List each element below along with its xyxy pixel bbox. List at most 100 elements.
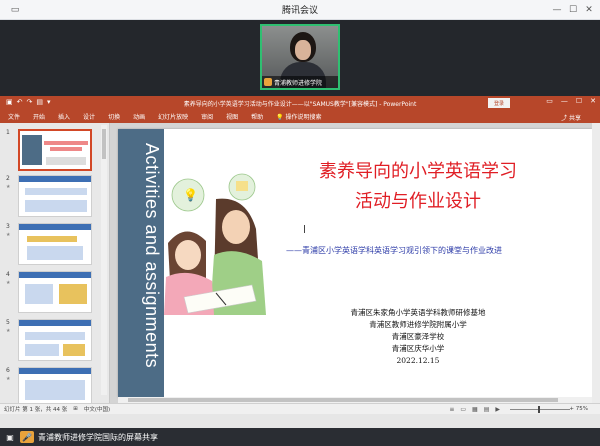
normal-view-icon[interactable]: ▭ xyxy=(460,406,466,413)
thumbnail-number: 2 xyxy=(6,175,10,182)
share-label: 共享 xyxy=(568,115,581,122)
video-strip: 青浦教师进修学院 xyxy=(0,20,600,96)
slide-title-line1: 素养导向的小学英语学习 xyxy=(319,161,517,182)
thumb-band xyxy=(22,135,42,165)
thumbnail-star: ★ xyxy=(6,280,11,286)
tell-me-search[interactable]: 💡 操作说明搜索 xyxy=(276,112,334,121)
thumb-block xyxy=(25,380,85,400)
thumbnail-scrollbar[interactable] xyxy=(101,125,107,395)
thumbnail-slide-4[interactable] xyxy=(18,271,92,313)
current-slide[interactable]: Activities and assignments 💡 素养导向的小学英语学习… xyxy=(118,129,592,397)
zoom-slider-thumb[interactable] xyxy=(538,406,540,413)
minimize-icon[interactable]: — xyxy=(550,3,564,17)
reading-view-icon[interactable]: ▤ xyxy=(484,406,490,413)
tab-review[interactable]: 审阅 xyxy=(201,112,213,121)
scroll-knob[interactable] xyxy=(128,398,558,402)
present-icon[interactable]: ▤ xyxy=(36,98,43,106)
thumbnail-number: 3 xyxy=(6,223,10,230)
tab-file[interactable]: 文件 xyxy=(8,112,20,121)
participant-face xyxy=(295,40,311,60)
customize-qat-icon[interactable]: ▾ xyxy=(47,98,51,106)
tab-insert[interactable]: 插入 xyxy=(58,112,70,121)
tab-view[interactable]: 视图 xyxy=(226,112,238,121)
meeting-titlebar: ▭ 腾讯会议 — ☐ ✕ xyxy=(0,0,600,20)
thumbnail-item[interactable]: 1 xyxy=(0,129,104,173)
notes-icon[interactable]: ≡ xyxy=(449,406,454,413)
view-buttons: ≡ ▭ ▦ ▤ ▶ xyxy=(449,406,500,413)
svg-text:💡: 💡 xyxy=(183,188,198,202)
zoom-level[interactable]: + 75% xyxy=(569,406,588,412)
ribbon-tabs: 文件 开始 插入 设计 切换 动画 幻灯片放映 审阅 视图 帮助 💡 操作说明搜… xyxy=(0,110,600,123)
tab-design[interactable]: 设计 xyxy=(83,112,95,121)
thumbnail-slide-3[interactable] xyxy=(18,223,92,265)
slide-vertical-scrollbar[interactable] xyxy=(592,123,600,403)
ppt-minimize-icon[interactable]: — xyxy=(561,97,568,105)
window-left-controls: ▭ xyxy=(6,3,22,17)
org-line: 青浦区庆华小学 xyxy=(391,344,445,353)
login-button[interactable]: 登录 xyxy=(488,98,510,108)
thumbnail-star: ★ xyxy=(6,184,11,190)
undo-icon[interactable]: ↶ xyxy=(17,98,23,106)
ppt-titlebar: ▣ ↶ ↷ ▤ ▾ 素养导向的小学英语学习活动与作业设计——以"SAMUS教学"… xyxy=(0,96,600,110)
slide-count: 幻灯片 第 1 张，共 44 张 xyxy=(4,407,68,413)
org-line: 青浦区教师进修学院附属小学 xyxy=(369,320,467,329)
org-line: 青浦区朱家角小学英语学科教师研修基地 xyxy=(350,308,486,317)
mic-toggle-icon[interactable]: 🎤 xyxy=(20,431,34,443)
slide-title-line2: 活动与作业设计 xyxy=(355,191,481,212)
thumb-block xyxy=(25,284,53,304)
participant-video-tile[interactable]: 青浦教师进修学院 xyxy=(260,24,340,90)
ribbon-display-icon[interactable]: ▭ xyxy=(546,97,553,105)
accessibility-icon[interactable]: ⊞ xyxy=(73,406,78,412)
ppt-statusbar: 幻灯片 第 1 张，共 44 张 ⊞ 中文(中国) ≡ ▭ ▦ ▤ ▶ + 75… xyxy=(0,403,600,414)
thumb-text xyxy=(46,157,86,165)
maximize-icon[interactable]: ☐ xyxy=(566,3,580,17)
thumbnail-star: ★ xyxy=(6,232,11,238)
tell-me-label: 操作说明搜索 xyxy=(285,114,322,121)
thumb-block xyxy=(27,246,83,260)
text-cursor xyxy=(304,225,307,233)
thumb-band xyxy=(19,176,91,182)
powerpoint-window: ▣ ↶ ↷ ▤ ▾ 素养导向的小学英语学习活动与作业设计——以"SAMUS教学"… xyxy=(0,96,600,428)
thumbnail-number: 1 xyxy=(6,129,10,136)
slide-subtitle: ——青浦区小学英语学科英语学习观引领下的课堂与作业改进 xyxy=(286,246,502,255)
thumbnail-star: ★ xyxy=(6,328,11,334)
close-icon[interactable]: ✕ xyxy=(582,3,596,17)
quick-access-toolbar: ▣ ↶ ↷ ▤ ▾ xyxy=(6,98,51,106)
scroll-knob[interactable] xyxy=(102,129,106,159)
thumb-block xyxy=(25,344,59,356)
thumbnail-slide-1[interactable] xyxy=(18,129,92,171)
thumbnail-number: 4 xyxy=(6,271,10,278)
thumb-block xyxy=(25,200,87,212)
thumb-band xyxy=(19,272,91,278)
redo-icon[interactable]: ↷ xyxy=(27,98,33,106)
thumbnail-item[interactable]: 3 ★ xyxy=(0,223,104,267)
thumbnail-slide-2[interactable] xyxy=(18,175,92,217)
thumbnail-item[interactable]: 4 ★ xyxy=(0,271,104,315)
slide-organizations: 青浦区朱家角小学英语学科教师研修基地 青浦区教师进修学院附属小学 青浦区豪泽学校… xyxy=(318,307,518,367)
thumbnail-star: ★ xyxy=(6,376,11,382)
language-indicator[interactable]: 中文(中国) xyxy=(84,405,110,413)
window-menu-icon[interactable]: ▭ xyxy=(8,3,22,17)
tab-home[interactable]: 开始 xyxy=(33,112,45,121)
share-button[interactable]: ⤴ 共享 xyxy=(561,113,594,122)
ppt-close-icon[interactable]: ✕ xyxy=(590,97,596,105)
zoom-slider[interactable] xyxy=(510,406,570,413)
thumbnail-slide-5[interactable] xyxy=(18,319,92,361)
slide-date: 2022.12.15 xyxy=(396,356,440,365)
thumb-block xyxy=(27,236,77,242)
save-icon[interactable]: ▣ xyxy=(6,98,13,106)
tab-help[interactable]: 帮助 xyxy=(251,112,263,121)
ppt-maximize-icon[interactable]: ☐ xyxy=(576,97,582,105)
thumb-block xyxy=(25,188,87,195)
sorter-view-icon[interactable]: ▦ xyxy=(472,406,478,413)
tab-animations[interactable]: 动画 xyxy=(133,112,145,121)
thumbnail-item[interactable]: 2 ★ xyxy=(0,175,104,219)
thumb-band xyxy=(19,224,91,230)
tab-slideshow[interactable]: 幻灯片放映 xyxy=(158,112,188,121)
org-line: 青浦区豪泽学校 xyxy=(391,332,445,341)
tab-transitions[interactable]: 切换 xyxy=(108,112,120,121)
slideshow-view-icon[interactable]: ▶ xyxy=(495,406,500,413)
screen-share-icon[interactable]: ▣ xyxy=(3,431,17,443)
thumb-block xyxy=(63,344,85,356)
thumbnail-item[interactable]: 5 ★ xyxy=(0,319,104,363)
